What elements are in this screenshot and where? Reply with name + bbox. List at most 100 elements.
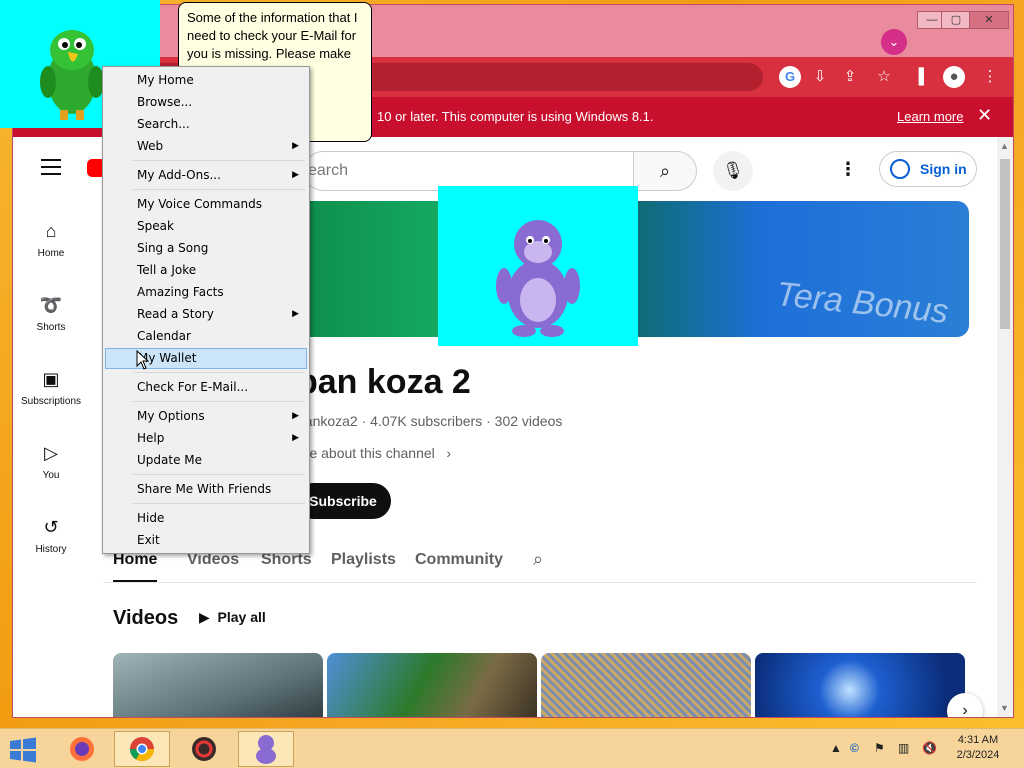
sign-in-button[interactable]: Sign in: [879, 151, 977, 187]
menu-separator: [133, 503, 305, 504]
menu-item-share-me[interactable]: Share Me With Friends: [105, 479, 307, 500]
menu-item-exit[interactable]: Exit: [105, 530, 307, 551]
menu-separator: [133, 474, 305, 475]
video-thumbnail[interactable]: [113, 653, 323, 717]
system-clock[interactable]: 4:31 AM 2/3/2024: [940, 733, 1016, 763]
learn-more-link[interactable]: Learn more: [897, 109, 963, 124]
menu-item-label: Read a Story: [137, 307, 214, 321]
menu-item-label: My Home: [137, 73, 194, 87]
browser-menu-icon[interactable]: ⋮: [979, 66, 1001, 88]
video-thumbnail[interactable]: [755, 653, 965, 717]
nav-shorts[interactable]: ➰ Shorts: [13, 295, 89, 333]
play-all-button[interactable]: ▶ Play all: [199, 609, 266, 626]
menu-item-speak[interactable]: Speak: [105, 216, 307, 237]
you-icon: ▷: [44, 443, 58, 463]
search-icon[interactable]: ⌕: [633, 151, 697, 191]
nav-you[interactable]: ▷ You: [13, 443, 89, 481]
menu-item-label: Help: [137, 431, 165, 445]
firefox-taskbar-button[interactable]: [54, 731, 110, 767]
chevron-right-icon: ›: [438, 445, 452, 461]
menu-item-check-for-email[interactable]: Check For E-Mail...: [105, 377, 307, 398]
nav-history-label: History: [35, 544, 67, 555]
nav-history[interactable]: ↺ History: [13, 517, 89, 555]
nav-home[interactable]: ⌂ Home: [13, 221, 89, 259]
more-options-icon[interactable]: ⋮: [839, 159, 857, 180]
app-taskbar-button[interactable]: [176, 731, 232, 767]
tab-home[interactable]: Home: [113, 551, 158, 582]
side-panel-icon[interactable]: ▌: [913, 66, 935, 88]
menu-item-label: Amazing Facts: [137, 285, 224, 299]
hamburger-menu-icon[interactable]: [41, 159, 61, 180]
user-circle-icon: [890, 159, 910, 179]
video-thumbnail[interactable]: [541, 653, 751, 717]
tab-community[interactable]: Community: [415, 551, 503, 569]
purple-monkey-agent[interactable]: [438, 186, 638, 346]
google-icon[interactable]: G: [779, 66, 801, 88]
menu-separator: [133, 401, 305, 402]
menu-item-tell-a-joke[interactable]: Tell a Joke: [105, 260, 307, 281]
close-window-button[interactable]: ✕: [969, 11, 1009, 29]
windows-start-icon[interactable]: [8, 737, 38, 763]
search-input[interactable]: earch: [303, 151, 633, 191]
menu-item-update-me[interactable]: Update Me: [105, 450, 307, 471]
menu-item-help[interactable]: Help ▶: [105, 428, 307, 449]
menu-item-label: Browse...: [137, 95, 193, 109]
menu-separator: [133, 372, 305, 373]
menu-item-search[interactable]: Search...: [105, 114, 307, 135]
channel-search-icon[interactable]: ⌕: [533, 549, 543, 570]
volume-muted-icon[interactable]: 🔇: [922, 741, 937, 755]
menu-item-web[interactable]: Web ▶: [105, 136, 307, 157]
history-icon: ↺: [43, 517, 59, 537]
channel-name: ban koza 2: [297, 363, 471, 401]
video-thumbnail[interactable]: [327, 653, 537, 717]
menu-item-label: Web: [137, 139, 164, 153]
agent-context-menu: My Home Browse... Search... Web ▶ My Add-…: [102, 66, 310, 554]
menu-item-amazing-facts[interactable]: Amazing Facts: [105, 282, 307, 303]
menu-item-browse[interactable]: Browse...: [105, 92, 307, 113]
maximize-button[interactable]: ▢: [941, 11, 971, 29]
install-app-icon[interactable]: ⇩: [809, 66, 831, 88]
page-scrollbar[interactable]: ▲ ▼: [997, 137, 1013, 717]
menu-item-sing-a-song[interactable]: Sing a Song: [105, 238, 307, 259]
purple-monkey-icon: [496, 220, 580, 337]
menu-item-calendar[interactable]: Calendar: [105, 326, 307, 347]
menu-item-my-add-ons[interactable]: My Add-Ons... ▶: [105, 165, 307, 186]
action-center-flag-icon[interactable]: ⚑: [874, 741, 885, 755]
menu-item-label: My Options: [137, 409, 205, 423]
menu-item-hide[interactable]: Hide: [105, 508, 307, 529]
submenu-arrow-icon: ▶: [292, 170, 299, 180]
scroll-down-icon[interactable]: ▼: [1000, 703, 1009, 713]
bookmark-star-icon[interactable]: ☆: [873, 66, 895, 88]
channel-meta: pankoza2 · 4.07K subscribers · 302 video…: [297, 413, 563, 429]
chevron-right-icon[interactable]: ›: [947, 693, 983, 717]
share-icon[interactable]: ⇪: [839, 66, 861, 88]
firefox-icon: [70, 737, 94, 761]
microphone-icon[interactable]: 🎙: [713, 151, 753, 191]
show-hidden-icons-icon[interactable]: ▲: [830, 741, 842, 755]
shorts-icon: ➰: [39, 295, 63, 315]
menu-item-label: Check For E-Mail...: [137, 380, 249, 394]
purple-monkey-taskbar-button[interactable]: [238, 731, 294, 767]
menu-item-read-a-story[interactable]: Read a Story ▶: [105, 304, 307, 325]
chrome-taskbar-button[interactable]: [114, 731, 170, 767]
scrollbar-thumb[interactable]: [1000, 159, 1010, 329]
tab-playlists[interactable]: Playlists: [331, 551, 396, 569]
channel-about-link[interactable]: ore about this channel ›: [297, 445, 451, 461]
infobar-close-icon[interactable]: ✕: [977, 105, 992, 126]
menu-item-my-home[interactable]: My Home: [105, 70, 307, 91]
menu-item-label: Search...: [137, 117, 190, 131]
chevron-down-icon[interactable]: ⌄: [881, 29, 907, 55]
play-all-label: Play all: [217, 609, 266, 625]
network-icon[interactable]: ▥: [898, 741, 909, 755]
purple-monkey-icon: [256, 735, 276, 764]
menu-item-my-options[interactable]: My Options ▶: [105, 406, 307, 427]
menu-separator: [133, 189, 305, 190]
nav-subscriptions[interactable]: ▣ Subscriptions: [13, 369, 89, 407]
menu-item-my-voice-commands[interactable]: My Voice Commands: [105, 194, 307, 215]
nav-you-label: You: [42, 470, 60, 481]
menu-item-label: Hide: [137, 511, 165, 525]
menu-item-label: Sing a Song: [137, 241, 209, 255]
account-icon[interactable]: ●: [943, 66, 965, 88]
scroll-up-icon[interactable]: ▲: [1000, 141, 1009, 151]
app-tray-icon[interactable]: ©: [850, 741, 859, 755]
